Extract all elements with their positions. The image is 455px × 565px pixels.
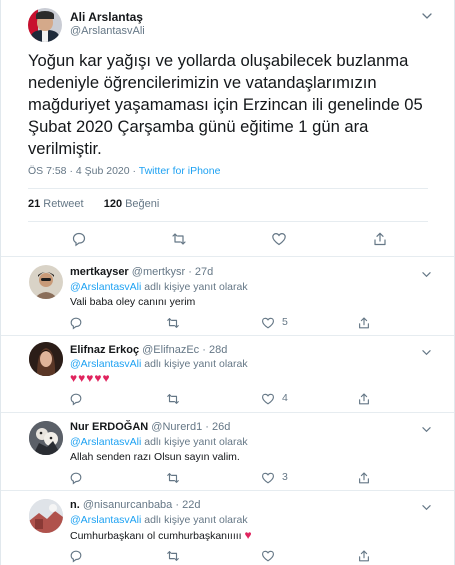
reply-header: Elifnaz Erkoç @ElifnazEc · 28d — [70, 344, 227, 356]
reply-author-handle[interactable]: @ElifnazEc — [142, 344, 199, 356]
reply-to-line: @ArslantasvAli adlı kişiye yanıt olarak — [70, 358, 248, 370]
reply-avatar[interactable] — [29, 499, 63, 533]
reply-like-count: 4 — [282, 392, 288, 404]
retweet-icon[interactable] — [166, 471, 180, 485]
reply-icon[interactable] — [69, 316, 83, 330]
share-icon[interactable] — [357, 316, 371, 330]
retweet-icon[interactable] — [166, 549, 180, 563]
reply-text-line: Cumhurbaşkanı ol cumhurbaşkanııııı ♥ — [70, 528, 253, 542]
share-icon[interactable] — [357, 471, 371, 485]
reply-to-label: adlı kişiye yanıt olarak — [144, 436, 248, 448]
retweet-icon[interactable] — [166, 392, 180, 406]
divider — [1, 335, 454, 336]
like-icon[interactable] — [261, 471, 275, 485]
reply-icon[interactable] — [69, 471, 83, 485]
reply-to-line: @ArslantasvAli adlı kişiye yanıt olarak — [70, 514, 248, 526]
reply-header: mertkayser @mertkysr · 27d — [70, 266, 213, 278]
reply-to-line: @ArslantasvAli adlı kişiye yanıt olarak — [70, 436, 248, 448]
meta-separator: · — [69, 165, 73, 177]
reply-author-handle[interactable]: @mertkysr — [132, 266, 185, 278]
reply-age[interactable]: · 28d — [202, 344, 227, 356]
heart-emoji: ♥ — [244, 528, 253, 542]
reply-mention[interactable]: @ArslantasvAli — [70, 358, 141, 370]
reply-author-name[interactable]: n. — [70, 499, 80, 511]
author-name[interactable]: Ali Arslantaş — [70, 10, 143, 24]
reply-to-line: @ArslantasvAli adlı kişiye yanıt olarak — [70, 281, 248, 293]
like-icon[interactable] — [271, 231, 287, 247]
reply-age[interactable]: · 22d — [175, 499, 200, 511]
like-icon[interactable] — [261, 316, 275, 330]
reply-author-name[interactable]: Elifnaz Erkoç — [70, 344, 139, 356]
tweet-date[interactable]: 4 Şub 2020 — [76, 165, 130, 177]
like-icon[interactable] — [261, 392, 275, 406]
reply-avatar[interactable] — [29, 265, 63, 299]
reply-icon[interactable] — [69, 549, 83, 563]
divider — [28, 221, 428, 222]
reply-text: Vali baba oley canını yerim — [70, 296, 196, 308]
reply-age[interactable]: · 27d — [188, 266, 213, 278]
share-icon[interactable] — [372, 231, 388, 247]
reply-author-name[interactable]: Nur ERDOĞAN — [70, 421, 148, 433]
chevron-down-icon[interactable] — [421, 344, 432, 356]
chevron-down-icon[interactable] — [421, 266, 432, 278]
tweet-text: Yoğun kar yağışı ve yollarda oluşabilece… — [28, 51, 423, 158]
reply-text: ♥♥♥♥♥ — [70, 371, 111, 385]
tweet-time[interactable]: ÖS 7:58 — [28, 165, 67, 177]
share-icon[interactable] — [357, 392, 371, 406]
chevron-down-icon[interactable] — [421, 8, 433, 19]
divider — [1, 412, 454, 413]
reply-age[interactable]: · 26d — [205, 421, 230, 433]
tweet-detail-frame: Ali Arslantaş @ArslantasvAli Yoğun kar y… — [0, 0, 455, 565]
reply-text: Allah senden razı Olsun sayın valim. — [70, 451, 240, 463]
reply-like-count: 3 — [282, 471, 288, 483]
reply-mention[interactable]: @ArslantasvAli — [70, 514, 141, 526]
reply-icon[interactable] — [71, 231, 87, 247]
like-count: 120 — [103, 198, 123, 210]
author-avatar[interactable] — [28, 8, 62, 42]
reply-author-name[interactable]: mertkayser — [70, 266, 129, 278]
divider — [28, 188, 428, 189]
reply-header: n. @nisanurcanbaba · 22d — [70, 499, 200, 511]
divider — [1, 256, 454, 257]
chevron-down-icon[interactable] — [421, 421, 432, 433]
reply-icon[interactable] — [69, 392, 83, 406]
like-count-link[interactable]: 120 Beğeni — [104, 198, 160, 210]
reply-mention[interactable]: @ArslantasvAli — [70, 281, 141, 293]
reply-to-label: adlı kişiye yanıt olarak — [144, 358, 248, 370]
author-handle[interactable]: @ArslantasvAli — [70, 25, 145, 37]
retweet-icon[interactable] — [171, 231, 187, 247]
tweet-source[interactable]: Twitter for iPhone — [139, 165, 221, 177]
chevron-down-icon[interactable] — [421, 499, 432, 511]
reply-like-count: 5 — [282, 316, 288, 328]
reply-author-handle[interactable]: @nisanurcanbaba — [83, 499, 172, 511]
like-label: Beğeni — [125, 198, 160, 210]
reply-avatar[interactable] — [29, 342, 63, 376]
reply-mention[interactable]: @ArslantasvAli — [70, 436, 141, 448]
share-icon[interactable] — [357, 549, 371, 563]
reply-text: Cumhurbaşkanı ol cumhurbaşkanııııı — [70, 530, 242, 542]
divider — [1, 490, 454, 491]
reply-to-label: adlı kişiye yanıt olarak — [144, 514, 248, 526]
reply-avatar[interactable] — [29, 421, 63, 455]
reply-header: Nur ERDOĞAN @Nurerd1 · 26d — [70, 421, 230, 433]
tweet-meta: ÖS 7:58 · 4 Şub 2020 · Twitter for iPhon… — [28, 165, 220, 177]
retweet-icon[interactable] — [166, 316, 180, 330]
retweet-count: 21 — [28, 198, 41, 210]
retweet-count-link[interactable]: 21 Retweet — [28, 198, 84, 210]
reply-author-handle[interactable]: @Nurerd1 — [151, 421, 202, 433]
meta-separator: · — [132, 165, 137, 177]
reply-to-label: adlı kişiye yanıt olarak — [144, 281, 248, 293]
retweet-label: Retweet — [43, 198, 84, 210]
tweet-stats: 21 Retweet 120 Beğeni — [28, 198, 159, 210]
like-icon[interactable] — [261, 549, 275, 563]
